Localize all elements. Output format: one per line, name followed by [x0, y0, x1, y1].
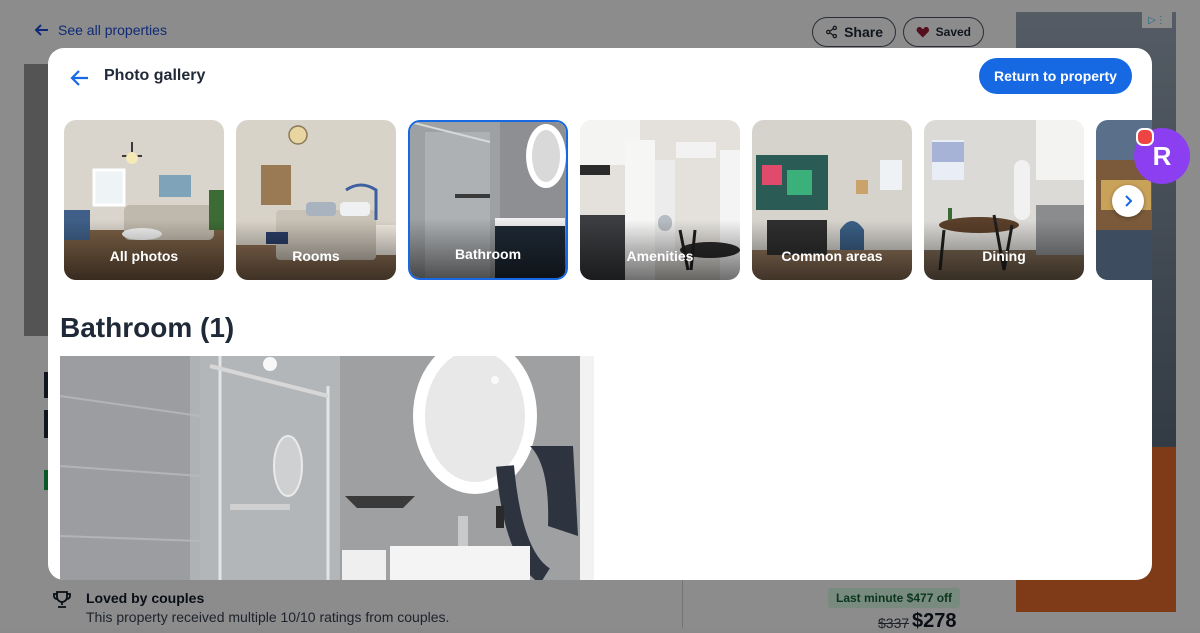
- category-label: Dining: [982, 248, 1026, 264]
- category-common-areas[interactable]: Common areas: [752, 120, 912, 280]
- extension-letter: R: [1152, 140, 1172, 171]
- bathroom-large-photo: [60, 356, 594, 580]
- section-title: Bathroom (1): [60, 312, 235, 343]
- category-label: All photos: [109, 248, 179, 264]
- chevron-right-icon: [1125, 195, 1133, 207]
- modal-title: Photo gallery: [104, 67, 206, 84]
- bathroom-photo-large[interactable]: [60, 356, 594, 580]
- category-thumbnails: All photos Rooms Bathroom Amenities Comm…: [64, 120, 1152, 280]
- back-button[interactable]: [68, 66, 92, 90]
- category-label: Bathroom: [454, 246, 522, 262]
- category-rooms[interactable]: Rooms: [236, 120, 396, 280]
- category-all-photos[interactable]: All photos: [64, 120, 224, 280]
- return-to-property-button[interactable]: Return to property: [979, 58, 1132, 94]
- category-dining[interactable]: Dining: [924, 120, 1084, 280]
- category-label: Rooms: [292, 248, 340, 264]
- thumbnails-next-button[interactable]: [1112, 185, 1144, 217]
- notification-dot: [1136, 128, 1154, 146]
- category-label: Common areas: [781, 248, 883, 264]
- category-amenities[interactable]: Amenities: [580, 120, 740, 280]
- arrow-left-icon: [70, 70, 88, 86]
- category-label: Amenities: [626, 248, 694, 264]
- category-bathroom[interactable]: Bathroom: [408, 120, 568, 280]
- photo-gallery-modal: Photo gallery Return to property All pho…: [48, 48, 1152, 580]
